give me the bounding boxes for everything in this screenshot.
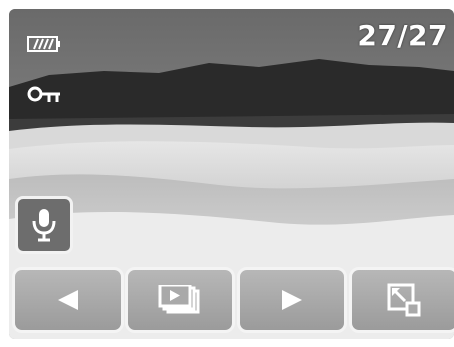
key-lock-icon xyxy=(27,86,60,102)
microphone-icon xyxy=(32,209,56,242)
voice-memo-button[interactable] xyxy=(15,196,73,254)
resize-icon xyxy=(387,283,421,317)
next-button[interactable] xyxy=(237,267,347,333)
resize-button[interactable] xyxy=(349,267,454,333)
playback-screen: 27/27 xyxy=(9,9,454,339)
slideshow-icon xyxy=(158,285,200,314)
slideshow-button[interactable] xyxy=(125,267,235,333)
image-counter: 27/27 xyxy=(357,19,448,52)
right-arrow-icon xyxy=(282,290,302,310)
previous-button[interactable] xyxy=(12,267,124,333)
left-arrow-icon xyxy=(58,290,78,310)
battery-icon xyxy=(27,36,60,52)
